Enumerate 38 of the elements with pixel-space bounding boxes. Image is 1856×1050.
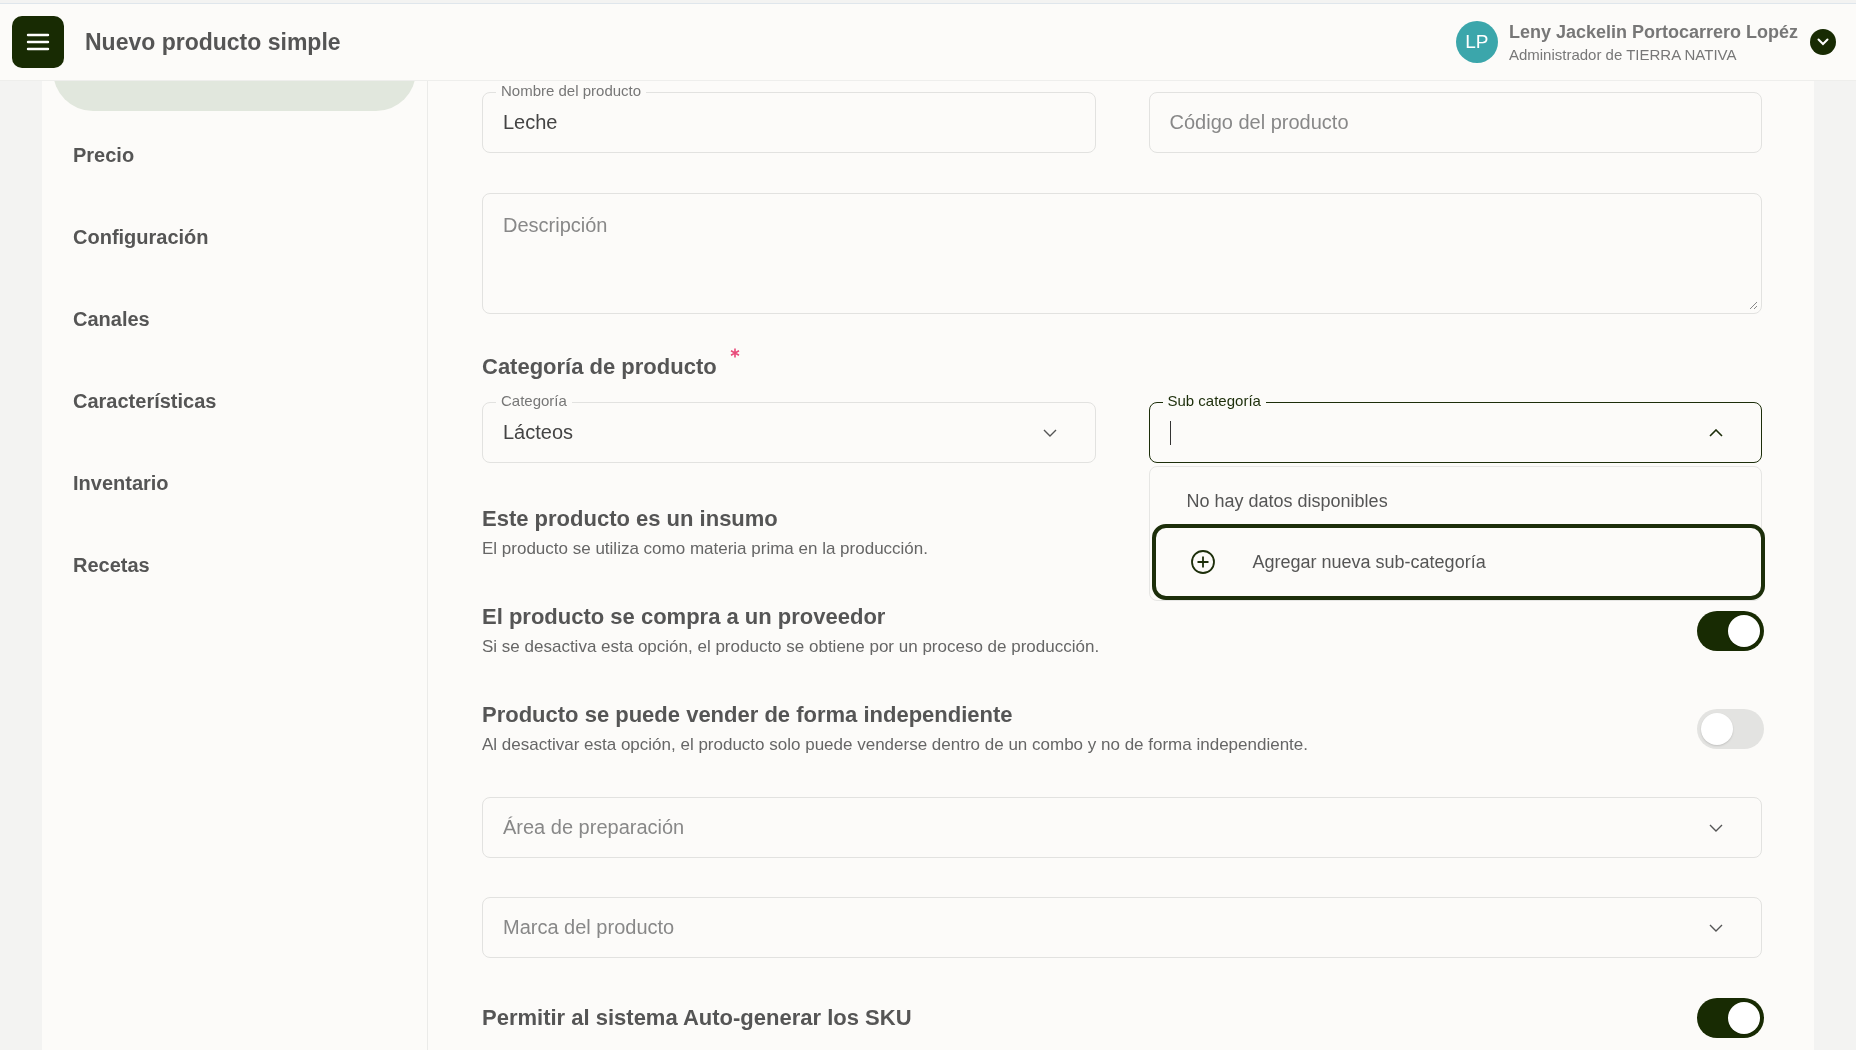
sidebar-item[interactable]: Recetas: [42, 524, 427, 606]
sidebar-item[interactable]: Características: [42, 360, 427, 442]
sidebar-item[interactable]: Precio: [42, 114, 427, 196]
menu-button[interactable]: [12, 16, 64, 68]
add-subcategory-option[interactable]: Agregar nueva sub-categoría: [1151, 524, 1765, 600]
field-label: Nombre del producto: [496, 82, 647, 100]
product-code-field[interactable]: Código del producto: [1148, 92, 1762, 153]
page-title: Nuevo producto simple: [85, 28, 341, 56]
toggle-switch[interactable]: [1697, 708, 1764, 749]
option-title: Producto se puede vender de forma independiente: [482, 702, 1014, 728]
field-label: Sub categoría: [1162, 392, 1266, 410]
user-menu-button[interactable]: [1810, 29, 1836, 55]
resize-handle-icon[interactable]: [1748, 300, 1758, 310]
chevron-down-icon: [1042, 428, 1057, 437]
chevron-up-icon: [1709, 428, 1723, 437]
sidebar-item[interactable]: Canales: [42, 278, 427, 360]
option-title: Permitir al sistema Auto-generar los SKU: [482, 1005, 912, 1031]
user-role: Administrador de TIERRA NATIVA: [1508, 45, 1738, 63]
empty-message: No hay datos disponibles: [1186, 491, 1388, 512]
description-field[interactable]: Descripción: [482, 193, 1762, 314]
option-description: El producto se utiliza como materia prima en la producción.: [482, 539, 928, 559]
sidebar-item[interactable]: Inventario: [42, 442, 427, 524]
toggle-switch[interactable]: [1697, 610, 1764, 651]
chevron-down-icon: [1709, 823, 1723, 832]
option-description: Si se desactiva esta opción, el producto se obtiene por un proceso de producción.: [482, 637, 1100, 657]
user-avatar: LP: [1455, 21, 1498, 63]
menu-icon: [26, 32, 50, 52]
toggle-switch[interactable]: [1697, 998, 1764, 1038]
option-title: Este producto es un insumo: [482, 506, 779, 532]
sidebar-item[interactable]: Configuración: [42, 196, 427, 278]
user-name: Leny Jackelin Portocarrero Lopéz: [1508, 21, 1798, 43]
option-title: El producto se compra a un proveedor: [482, 604, 887, 630]
plus-circle-icon: [1189, 549, 1216, 575]
chevron-down-icon: [1817, 38, 1829, 46]
option-description: Al desactivar esta opción, el producto solo puede venderse dentro de un combo y no de forma independiente.: [482, 735, 1308, 755]
chevron-down-icon: [1709, 923, 1723, 932]
field-label: Categoría: [496, 392, 572, 410]
section-title: Categoría de producto: [482, 354, 717, 380]
